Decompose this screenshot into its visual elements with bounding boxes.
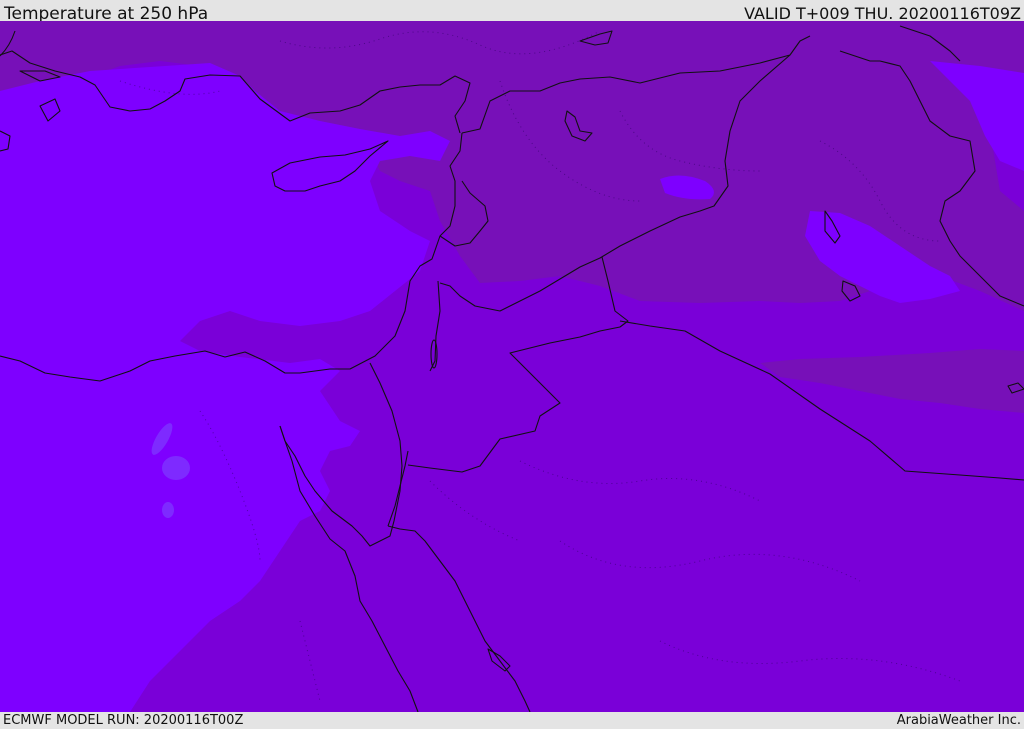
temperature-spot-egypt-1 — [162, 456, 190, 480]
model-run-label: ECMWF MODEL RUN: 20200116T00Z — [3, 713, 244, 728]
weather-map — [0, 21, 1024, 712]
map-header: Temperature at 250 hPa VALID T+009 THU. … — [0, 0, 1024, 24]
map-footer: ECMWF MODEL RUN: 20200116T00Z ArabiaWeat… — [0, 712, 1024, 729]
temperature-spot-egypt-3 — [162, 502, 174, 518]
credit-label: ArabiaWeather Inc. — [896, 713, 1021, 728]
